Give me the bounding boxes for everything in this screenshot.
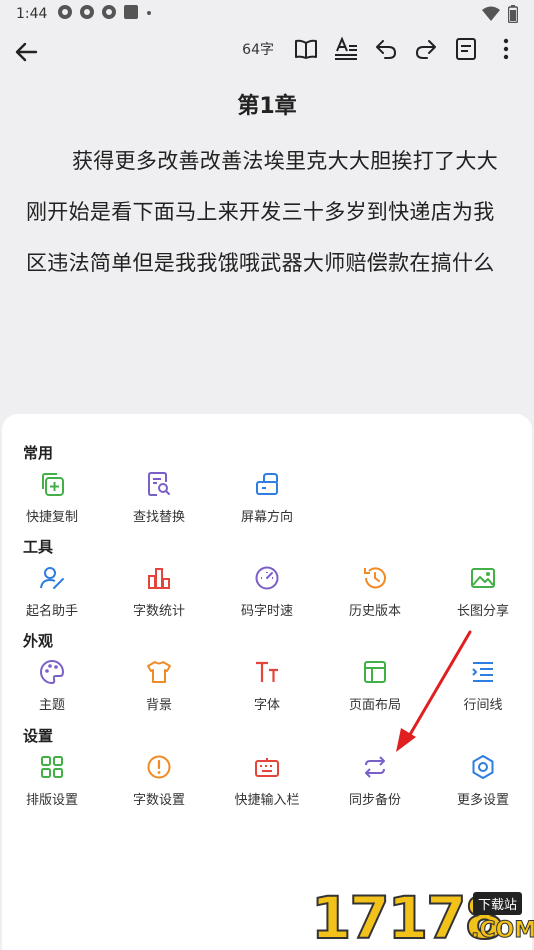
word-stats-label: 字数统计 bbox=[132, 604, 185, 619]
chapter-body-text[interactable]: 获得更多改善改善法埃里克大大胆挨打了大大刚开始是看下面马上来开发三十多岁到快递店… bbox=[26, 136, 510, 289]
chapter-title[interactable]: 第1章 bbox=[0, 88, 534, 120]
app-notification-icon bbox=[101, 4, 117, 24]
history-icon bbox=[361, 564, 389, 592]
sync-backup-button[interactable]: 同步备份 bbox=[321, 753, 429, 819]
section-title-tools: 工具 bbox=[23, 538, 54, 556]
screen-orientation-label: 屏幕方向 bbox=[240, 510, 293, 525]
theme-label: 主题 bbox=[38, 698, 65, 713]
quick-input-bar-button[interactable]: 快捷输入栏 bbox=[213, 753, 321, 819]
palette-icon bbox=[38, 658, 66, 686]
typing-speed-button[interactable]: 码字时速 bbox=[213, 564, 321, 630]
book-icon[interactable] bbox=[293, 36, 319, 62]
alert-circle-icon bbox=[145, 753, 173, 781]
notes-icon[interactable] bbox=[453, 36, 479, 62]
keyboard-icon bbox=[253, 753, 281, 781]
copy-add-icon bbox=[38, 470, 66, 498]
more-settings-label: 更多设置 bbox=[456, 793, 509, 808]
status-bar: 1:44 bbox=[0, 0, 534, 28]
word-stats-button[interactable]: 字数统计 bbox=[105, 564, 213, 630]
line-spacing-button[interactable]: 行间线 bbox=[429, 658, 534, 724]
watermark-com: .COM bbox=[470, 918, 534, 944]
word-count: 64字 bbox=[242, 42, 274, 58]
typesetting-settings-button[interactable]: 排版设置 bbox=[0, 753, 106, 819]
name-helper-label: 起名助手 bbox=[25, 604, 78, 619]
bar-chart-icon bbox=[145, 564, 173, 592]
sync-backup-label: 同步备份 bbox=[348, 793, 401, 808]
grid-layout-icon bbox=[38, 753, 66, 781]
word-count-settings-button[interactable]: 字数设置 bbox=[105, 753, 213, 819]
image-share-icon bbox=[469, 564, 497, 592]
editor-toolbar: 64字 bbox=[0, 30, 534, 76]
font-button[interactable]: 字体 bbox=[213, 658, 321, 724]
typing-speed-label: 码字时速 bbox=[240, 604, 293, 619]
battery-icon bbox=[507, 5, 519, 27]
find-replace-icon bbox=[145, 470, 173, 498]
history-versions-button[interactable]: 历史版本 bbox=[321, 564, 429, 630]
background-button[interactable]: 背景 bbox=[105, 658, 213, 724]
font-icon bbox=[253, 658, 281, 686]
line-spacing-label: 行间线 bbox=[463, 698, 503, 713]
wifi-icon bbox=[482, 6, 500, 26]
site-watermark-logo: 17178 下载站 .COM bbox=[305, 880, 534, 950]
back-arrow-icon[interactable] bbox=[10, 36, 42, 68]
layout-icon bbox=[361, 658, 389, 686]
name-helper-icon bbox=[38, 564, 66, 592]
quick-input-bar-label: 快捷输入栏 bbox=[234, 793, 300, 808]
section-title-appearance: 外观 bbox=[23, 632, 54, 650]
app-notification-icon bbox=[57, 4, 73, 24]
long-image-share-button[interactable]: 长图分享 bbox=[429, 564, 534, 630]
typesetting-settings-label: 排版设置 bbox=[25, 793, 78, 808]
quick-copy-button[interactable]: 快捷复制 bbox=[0, 470, 106, 536]
more-vertical-icon[interactable] bbox=[493, 36, 519, 62]
font-label: 字体 bbox=[253, 698, 280, 713]
history-versions-label: 历史版本 bbox=[348, 604, 401, 619]
dot-icon bbox=[145, 4, 153, 24]
page-layout-button[interactable]: 页面布局 bbox=[321, 658, 429, 724]
square-notification-icon bbox=[123, 4, 139, 24]
page-layout-label: 页面布局 bbox=[348, 698, 401, 713]
name-helper-button[interactable]: 起名助手 bbox=[0, 564, 106, 630]
tools-bottom-sheet: 常用 快捷复制 查找替换 屏幕方向 工具 起名助手 字数统计 码字时速 历史版本… bbox=[2, 414, 532, 950]
watermark-tag: 下载站 bbox=[473, 892, 523, 915]
screen-rotate-icon bbox=[253, 470, 281, 498]
long-image-share-label: 长图分享 bbox=[456, 604, 509, 619]
line-spacing-icon bbox=[469, 658, 497, 686]
gear-icon bbox=[469, 753, 497, 781]
quick-copy-label: 快捷复制 bbox=[25, 510, 78, 525]
text-format-icon[interactable] bbox=[333, 36, 359, 62]
section-title-settings: 设置 bbox=[23, 727, 54, 745]
undo-icon[interactable] bbox=[373, 36, 399, 62]
speedometer-icon bbox=[253, 564, 281, 592]
theme-button[interactable]: 主题 bbox=[0, 658, 106, 724]
word-count-settings-label: 字数设置 bbox=[132, 793, 185, 808]
background-label: 背景 bbox=[145, 698, 172, 713]
app-notification-icon bbox=[79, 4, 95, 24]
find-replace-button[interactable]: 查找替换 bbox=[105, 470, 213, 536]
redo-icon[interactable] bbox=[413, 36, 439, 62]
sync-icon bbox=[361, 753, 389, 781]
section-title-common: 常用 bbox=[23, 444, 54, 462]
screen-orientation-button[interactable]: 屏幕方向 bbox=[213, 470, 321, 536]
shirt-icon bbox=[145, 658, 173, 686]
status-time: 1:44 bbox=[16, 6, 48, 22]
more-settings-button[interactable]: 更多设置 bbox=[429, 753, 534, 819]
find-replace-label: 查找替换 bbox=[132, 510, 185, 525]
